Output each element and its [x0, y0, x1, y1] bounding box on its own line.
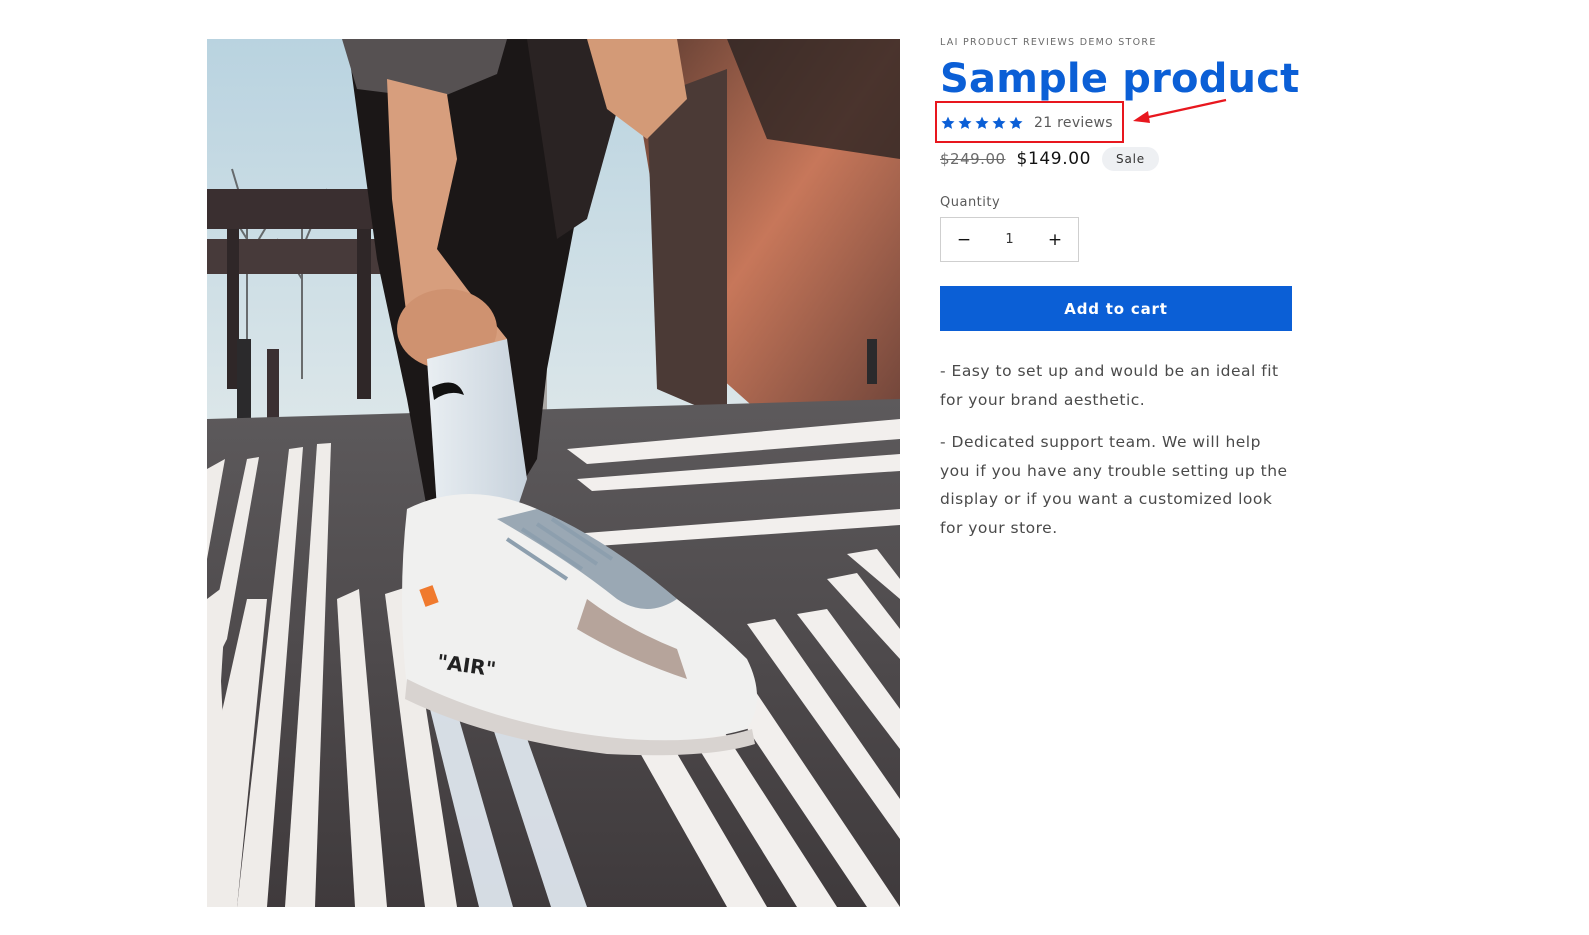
product-image[interactable]: "AIR": [207, 39, 900, 907]
product-photo-sneaker: "AIR": [207, 39, 900, 907]
sale-price: $149.00: [1016, 149, 1092, 169]
product-description: - Easy to set up and would be an ideal f…: [940, 357, 1292, 542]
add-to-cart-button[interactable]: Add to cart: [940, 286, 1292, 331]
sale-badge: Sale: [1102, 147, 1159, 171]
product-page: "AIR" LAI PRODUCT REVIEWS DEMO STORE Sam…: [0, 0, 1589, 935]
quantity-increase-button[interactable]: +: [1032, 218, 1078, 261]
arrow-icon: [1133, 98, 1227, 123]
quantity-decrease-button[interactable]: −: [941, 218, 987, 261]
quantity-stepper: − +: [940, 217, 1079, 262]
highlight-box: [935, 101, 1124, 143]
description-paragraph: - Easy to set up and would be an ideal f…: [940, 362, 1279, 409]
compare-at-price: $249.00: [940, 150, 1006, 168]
quantity-input[interactable]: [987, 218, 1032, 261]
quantity-label: Quantity: [940, 195, 1001, 210]
product-title: Sample product: [940, 56, 1300, 102]
description-paragraph: - Dedicated support team. We will help y…: [940, 433, 1288, 537]
vendor-name: LAI PRODUCT REVIEWS DEMO STORE: [940, 37, 1157, 48]
price-row: $249.00 $149.00 Sale: [940, 145, 1292, 173]
